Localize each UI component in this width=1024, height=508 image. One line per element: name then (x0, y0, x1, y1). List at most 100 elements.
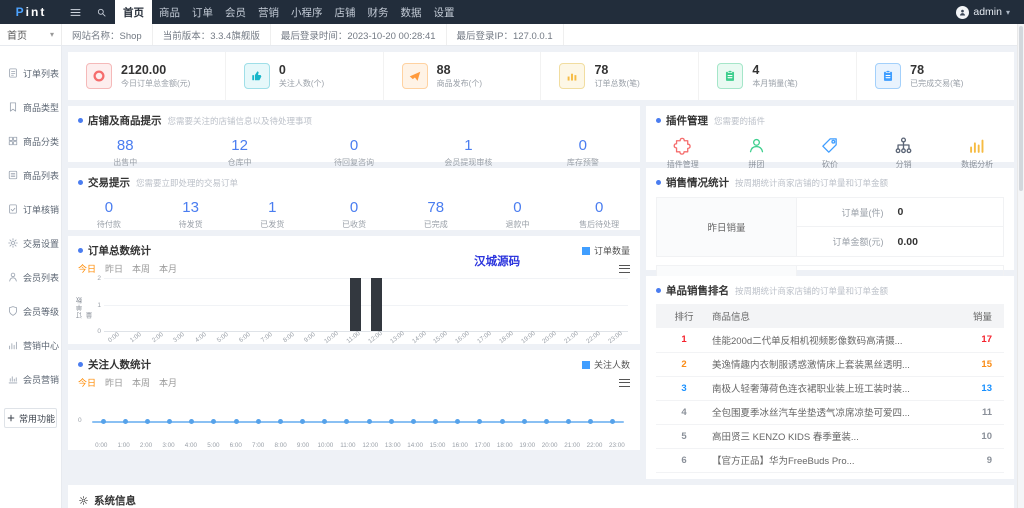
stat-value: 0 (349, 199, 359, 216)
watermark-link[interactable]: 汉城源码 (474, 253, 520, 269)
shop-stat[interactable]: 0 库存预警 (526, 137, 640, 168)
x-tick-label: 6:00 (229, 442, 242, 449)
main-menu-item[interactable]: 会员 (220, 0, 251, 24)
main-menu-item[interactable]: 财务 (363, 0, 394, 24)
main-menu-item[interactable]: 小程序 (286, 0, 328, 24)
plugin-item[interactable]: 分销 (867, 136, 941, 170)
shop-stat[interactable]: 88 出售中 (68, 137, 182, 168)
line-point (543, 419, 549, 425)
trade-stat[interactable]: 0 退款中 (477, 199, 559, 230)
stat-card[interactable]: 78 已完成交易(笔) (856, 52, 1014, 100)
shop-stat[interactable]: 12 仓库中 (182, 137, 296, 168)
scrollbar-thumb[interactable] (1019, 26, 1023, 191)
search-icon[interactable] (88, 0, 114, 24)
bar-slot (279, 278, 301, 331)
chart-menu-icon[interactable] (619, 264, 630, 273)
ranking-header-cell: 排行 (656, 304, 712, 328)
chart-period-tab[interactable]: 本月 (159, 262, 177, 275)
sidebar-item[interactable]: 商品类型 (0, 90, 61, 124)
sidebar-item[interactable]: 商品分类 (0, 124, 61, 158)
stat-card[interactable]: 0 关注人数(个) (224, 52, 383, 100)
sidebar-item[interactable]: 会员列表 (0, 260, 61, 294)
sidebar-item[interactable]: 交易设置 (0, 226, 61, 260)
plugin-item[interactable]: 数据分析 (940, 136, 1014, 170)
chart-period-tab[interactable]: 本周 (132, 262, 150, 275)
chart-period-tab[interactable]: 本周 (132, 376, 150, 389)
stat-card[interactable]: 2120.00 今日订单总金额(元) (68, 52, 225, 100)
chart-menu-icon[interactable] (619, 378, 630, 387)
trade-stat[interactable]: 0 已收货 (313, 199, 395, 230)
sidebar-item[interactable]: 会员等级 (0, 294, 61, 328)
sidebar-toggle-icon[interactable] (62, 0, 88, 24)
sidebar-item-label: 会员营销 (23, 374, 60, 385)
stat-value: 12 (231, 137, 248, 154)
main-menu-item[interactable]: 店铺 (330, 0, 361, 24)
sidebar-item-label: 商品类型 (23, 102, 60, 113)
main-menu-item[interactable]: 数据 (396, 0, 427, 24)
plugin-item[interactable]: 拼团 (720, 136, 794, 170)
chart-period-tab[interactable]: 昨日 (105, 262, 123, 275)
ranking-product-name[interactable]: 【官方正品】华为FreeBuds Pro... (712, 448, 946, 473)
chart-period-tab[interactable]: 本月 (159, 376, 177, 389)
plugin-item[interactable]: 插件管理 (646, 136, 720, 170)
ranking-product-name[interactable]: 高田贤三 KENZO KIDS 春季童装... (712, 424, 946, 449)
chart-period-tab[interactable]: 今日 (78, 376, 96, 389)
chart-period-tab[interactable]: 昨日 (105, 376, 123, 389)
page-scrollbar[interactable] (1017, 24, 1024, 508)
chart-legend: 订单数量 (581, 244, 630, 257)
sidebar-item[interactable]: 商品列表 (0, 158, 61, 192)
trade-stat[interactable]: 78 已完成 (395, 199, 477, 230)
plugin-item[interactable]: 砍价 (793, 136, 867, 170)
user-menu[interactable]: admin ▾ (956, 0, 1024, 24)
x-tick: 1:00 (126, 330, 148, 350)
member-list-icon (7, 271, 19, 283)
bar-slot (104, 278, 126, 331)
trade-stat[interactable]: 0 待付款 (68, 199, 150, 230)
trade-stat[interactable]: 1 已发货 (231, 199, 313, 230)
trade-stat[interactable]: 0 售后待处理 (558, 199, 640, 230)
x-tick-label: 4:00 (184, 442, 198, 449)
ranking-row: 6 【官方正品】华为FreeBuds Pro... 9 (656, 448, 1004, 473)
sidebar-item[interactable]: 营销中心 (0, 328, 61, 362)
sidebar-footer-button[interactable]: 常用功能 (4, 408, 57, 428)
ranking-product-name[interactable]: 南极人轻奢薄荷色连衣裙职业装上班工装时装... (712, 376, 946, 401)
sidebar-item-label: 营销中心 (23, 340, 60, 351)
stat-card[interactable]: 78 订单总数(笔) (540, 52, 698, 100)
chart-period-tab[interactable]: 今日 (78, 262, 96, 275)
logo-accent: P (15, 5, 26, 19)
trade-stat[interactable]: 13 待发货 (150, 199, 232, 230)
sidebar-page-select[interactable]: 首页 ▾ (0, 24, 62, 45)
stat-card[interactable]: 4 本月销量(笔) (698, 52, 856, 100)
ranking-product-name[interactable]: 美逸情趣内衣制服诱惑激情床上套装黑丝透明... (712, 352, 946, 377)
x-tick-label: 1:00 (117, 442, 130, 449)
caret-down-icon: ▾ (49, 30, 54, 39)
main-menu-item[interactable]: 商品 (154, 0, 185, 24)
sidebar-item[interactable]: 会员营销 (0, 362, 61, 396)
shop-stat[interactable]: 0 待回复咨询 (297, 137, 411, 168)
main-menu-item[interactable]: 设置 (429, 0, 460, 24)
main-menu-item[interactable]: 订单 (187, 0, 218, 24)
clipboard-icon (875, 63, 902, 89)
ranking-product-name[interactable]: 佳能200d二代单反相机视频影像数码高清摄... (712, 328, 946, 353)
paper-plane-icon (401, 63, 428, 89)
panel-title: 系统信息 (94, 494, 136, 507)
trade-settings-icon (7, 237, 19, 249)
x-tick-label: 1:00 (128, 330, 143, 345)
x-tick-label: 9:00 (303, 330, 318, 345)
sales-metric-label: 订单量(件) (841, 207, 884, 218)
main-menu: 首页 商品 订单 会员 营销 小程序 店铺 财务 数据 设置 (114, 0, 461, 24)
main-menu-item[interactable]: 营销 (253, 0, 284, 24)
x-tick-label: 13:00 (388, 329, 406, 346)
stat-card[interactable]: 88 商品发布(个) (382, 52, 541, 100)
sidebar-item[interactable]: 订单核销 (0, 192, 61, 226)
shop-stat[interactable]: 1 会员提现审核 (411, 137, 525, 168)
ranking-rank: 1 (656, 328, 712, 353)
shop-tips-panel: 店铺及商品提示 您需要关注的店铺信息以及待处理事项 88 出售中 12 仓库中 0 待回复… (68, 106, 640, 167)
x-tick: 5:00 (213, 331, 235, 350)
ranking-product-name[interactable]: 全包围夏季冰丝汽车坐垫透气凉席凉垫可爱四... (712, 400, 946, 425)
x-tick-label: 6:00 (237, 330, 252, 345)
follow-chart-plot (92, 397, 624, 439)
main-menu-item[interactable]: 首页 (115, 0, 152, 24)
sidebar-item[interactable]: 订单列表 (0, 56, 61, 90)
app-logo: Pint (0, 0, 62, 24)
